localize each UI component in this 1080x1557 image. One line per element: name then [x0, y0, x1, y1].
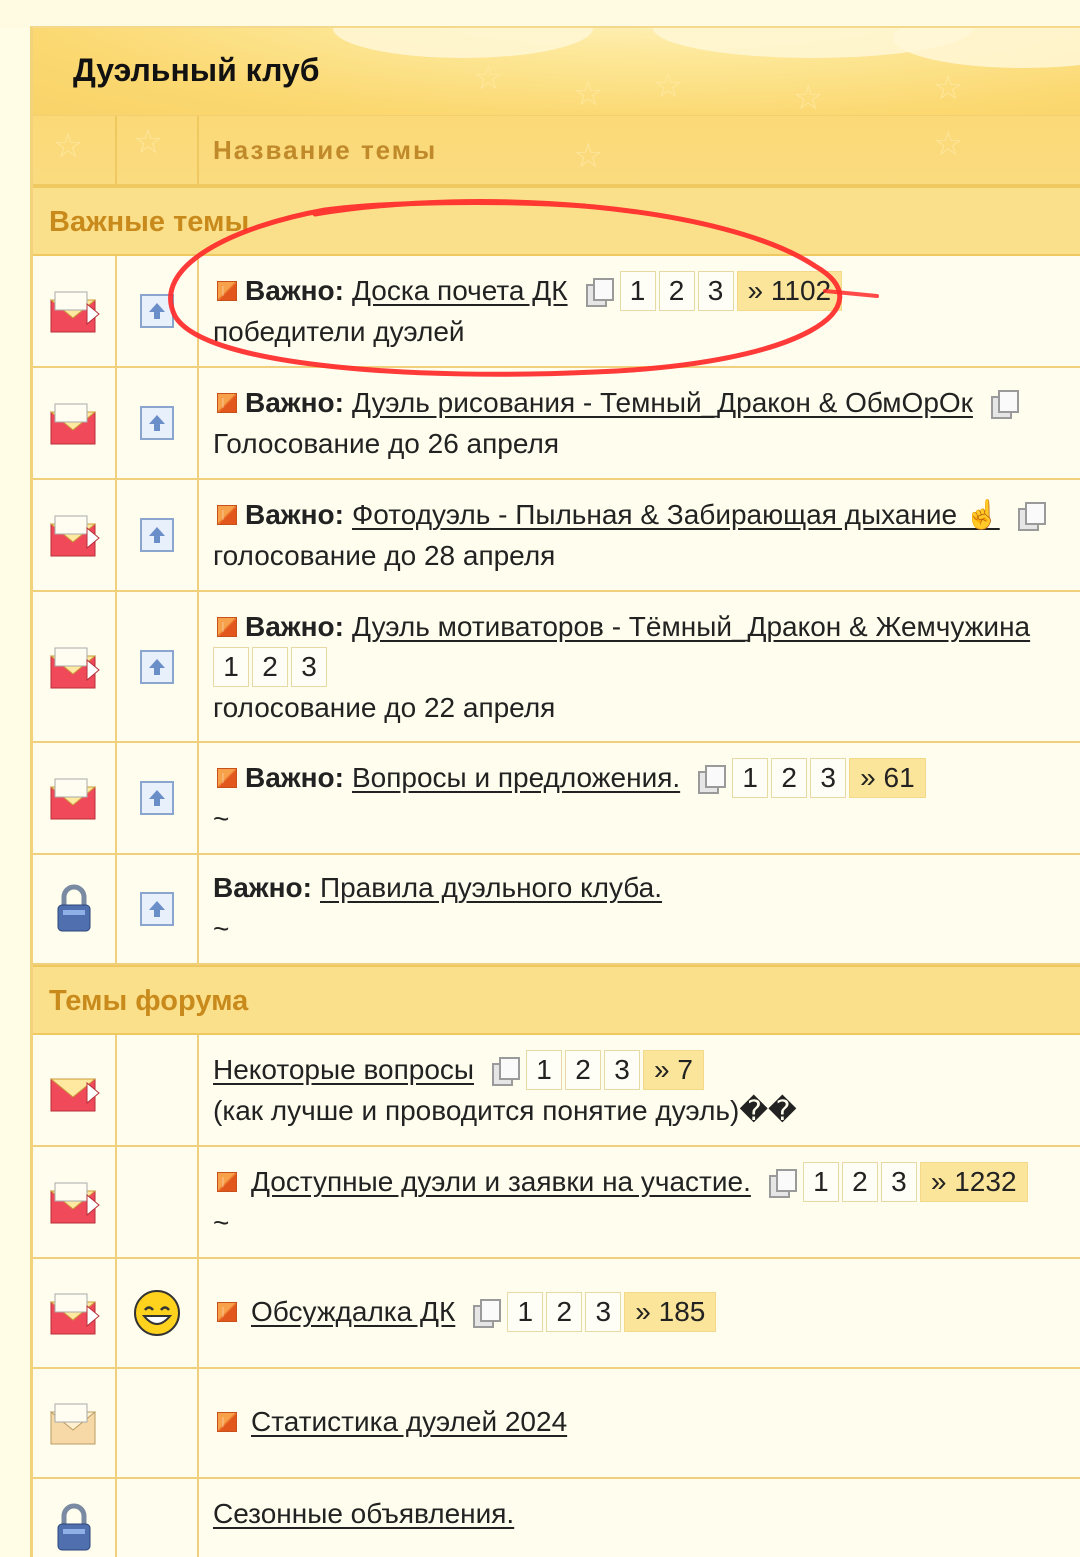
topic-link[interactable]: Доска почета ДК: [352, 270, 568, 311]
page-link[interactable]: 2: [546, 1291, 583, 1332]
topic-description: ~: [213, 1207, 230, 1238]
last-page-link[interactable]: » 61: [849, 757, 926, 798]
hot-envelope-icon: [49, 515, 100, 557]
page-link[interactable]: 3: [810, 757, 847, 798]
page-link[interactable]: 1: [507, 1291, 544, 1332]
topic-link[interactable]: Доступные дуэли и заявки на участие.: [251, 1161, 751, 1202]
multipage-icon: [696, 764, 727, 794]
section-important-topics: Важные темы: [33, 186, 1080, 256]
multipage-icon: [490, 1056, 521, 1086]
topic-row: Доступные дуэли и заявки на участие. 1 2…: [33, 1147, 1080, 1259]
sticky-icon: [140, 294, 174, 328]
topic-description: (как лучше и проводится понятие дуэль)��: [213, 1095, 797, 1126]
topic-link[interactable]: Некоторые вопросы: [213, 1049, 474, 1090]
topic-description: победители дуэлей: [213, 316, 465, 347]
topic-link[interactable]: Вопросы и предложения.: [352, 757, 680, 798]
topic-row: Важно: Дуэль мотиваторов - Тёмный_Дракон…: [33, 592, 1080, 743]
topic-description: голосование до 22 апреля: [213, 692, 556, 723]
page-link[interactable]: 2: [841, 1161, 878, 1202]
hot-topic-icon: [217, 767, 237, 788]
topic-link[interactable]: Правила дуэльного клуба.: [320, 867, 662, 908]
important-label: Важно:: [245, 611, 344, 642]
topic-link[interactable]: Фотодуэль - Пыльная & Забирающая дыхание…: [352, 494, 1000, 535]
last-page-link[interactable]: » 1102: [736, 270, 843, 311]
envelope-icon: [49, 1403, 97, 1445]
topic-row: Важно: Фотодуэль - Пыльная & Забирающая …: [33, 480, 1080, 592]
forum-table: ☆ ☆ ☆ ☆ ☆ Дуэльный клуб Название темы ☆ …: [30, 26, 1080, 1557]
hot-topic-icon: [217, 392, 237, 413]
page-link[interactable]: 2: [252, 647, 288, 687]
hot-envelope-icon: [49, 403, 97, 445]
sticky-icon: [140, 649, 174, 684]
column-header-row: Название темы ☆ ☆ ☆ ☆: [33, 116, 1080, 186]
page-link[interactable]: 2: [658, 270, 695, 311]
important-label: Важно:: [245, 387, 344, 418]
last-page-link[interactable]: » 1232: [919, 1161, 1028, 1202]
page-link[interactable]: 3: [697, 270, 734, 311]
lock-icon: [57, 1503, 91, 1551]
topic-link[interactable]: Сезонные объявления.: [213, 1493, 514, 1534]
sticky-icon: [140, 892, 174, 926]
hot-envelope-icon: [49, 1182, 100, 1224]
hot-envelope-icon: [49, 778, 97, 820]
topic-link[interactable]: Дуэль мотиваторов - Тёмный_Дракон & Жемч…: [352, 606, 1030, 647]
topic-row: Важно: Дуэль рисования - Темный_Дракон &…: [33, 368, 1080, 480]
topic-row: Некоторые вопросы 1 2 3 » 7 (как лучше и…: [33, 1035, 1080, 1147]
last-page-link[interactable]: » 185: [624, 1291, 717, 1332]
topic-row: Сезонные объявления. ...: [33, 1479, 1080, 1557]
hot-envelope-icon: [49, 291, 100, 333]
topic-link[interactable]: Обсуждалка ДК: [251, 1291, 455, 1332]
sticky-icon: [140, 406, 174, 440]
hot-topic-icon: [217, 1171, 237, 1192]
hot-topic-icon: [217, 1411, 237, 1432]
page-link[interactable]: 2: [771, 757, 808, 798]
hot-envelope-icon: [49, 1293, 100, 1335]
topic-link[interactable]: Дуэль рисования - Темный_Дракон & ОбмОрО…: [352, 382, 973, 423]
topic-description: голосование до 28 апреля: [213, 540, 556, 571]
topic-description: ~: [213, 913, 230, 944]
multipage-icon: [584, 277, 614, 307]
hot-topic-icon: [217, 280, 237, 301]
last-page-link[interactable]: » 7: [643, 1049, 704, 1090]
topic-description: ~: [213, 803, 230, 834]
topic-row: Важно: Вопросы и предложения. 1 2 3 » 61…: [33, 743, 1080, 855]
topic-row: Важно: Доска почета ДК 1 2 3 » 1102 побе…: [33, 256, 1080, 368]
forum-header: ☆ ☆ ☆ ☆ ☆ Дуэльный клуб: [33, 28, 1080, 116]
forum-title[interactable]: Дуэльный клуб: [73, 52, 320, 89]
lock-icon: [57, 884, 91, 932]
page-link[interactable]: 1: [213, 647, 249, 687]
sticky-icon: [140, 781, 174, 815]
page-link[interactable]: 1: [619, 270, 656, 311]
important-label: Важно:: [245, 762, 344, 793]
multipage-icon: [767, 1168, 797, 1198]
page-link[interactable]: 2: [565, 1049, 602, 1090]
section-forum-topics: Темы форума: [33, 965, 1080, 1035]
hot-envelope-icon: [49, 647, 100, 688]
page-link[interactable]: 3: [880, 1161, 917, 1202]
page-link[interactable]: 1: [526, 1049, 563, 1090]
topic-row: Важно: Правила дуэльного клуба. ~: [33, 855, 1080, 965]
page-link[interactable]: 3: [291, 647, 327, 687]
page-link[interactable]: 3: [585, 1291, 622, 1332]
page-link[interactable]: 1: [732, 757, 769, 798]
important-label: Важно:: [213, 872, 312, 903]
laughing-smiley-icon: [134, 1290, 180, 1336]
sticky-icon: [140, 518, 174, 552]
hot-topic-icon: [217, 504, 237, 525]
topic-description: ...: [213, 1539, 237, 1557]
page-link[interactable]: 1: [802, 1161, 839, 1202]
important-label: Важно:: [245, 275, 344, 306]
topic-link[interactable]: Статистика дуэлей 2024: [251, 1401, 567, 1442]
multipage-icon: [989, 389, 1019, 419]
page-link[interactable]: 3: [604, 1049, 641, 1090]
multipage-icon: [1016, 501, 1046, 531]
topic-row: Обсуждалка ДК 1 2 3 » 185: [33, 1259, 1080, 1369]
topic-row: Статистика дуэлей 2024: [33, 1369, 1080, 1479]
hot-topic-icon: [217, 1301, 237, 1322]
multipage-icon: [471, 1298, 502, 1328]
hot-envelope-icon: [49, 1078, 100, 1112]
topic-description: Голосование до 26 апреля: [213, 428, 560, 459]
important-label: Важно:: [245, 499, 344, 530]
hot-topic-icon: [217, 616, 237, 637]
